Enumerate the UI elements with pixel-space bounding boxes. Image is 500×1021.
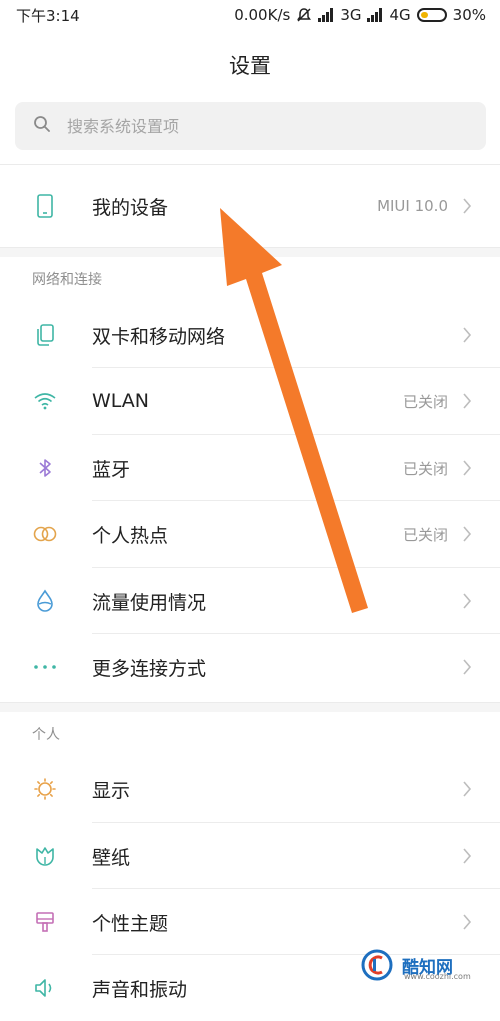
network-3g-label: 3G [340,6,362,24]
search-icon [33,115,51,137]
chevron-right-icon [462,779,476,799]
row-label: 个性主题 [92,912,169,935]
more-dots-icon [32,654,58,680]
section-gap [0,702,500,712]
row-my-device[interactable]: 我的设备 MIUI 10.0 [0,173,500,239]
signal-icon [318,8,334,22]
row-label: 蓝牙 [92,458,131,481]
row-data-usage[interactable]: 流量使用情况 [0,568,500,634]
row-value: 已关闭 [402,459,448,478]
theme-icon [32,909,58,935]
row-wlan[interactable]: WLAN 已关闭 [0,368,500,434]
bluetooth-icon [32,455,58,481]
chevron-right-icon [462,524,476,544]
search-input[interactable] [65,115,449,137]
sound-icon [32,975,58,1001]
row-label: 流量使用情况 [92,591,207,614]
wifi-icon [32,388,58,414]
divider [0,164,500,165]
watermark-logo-icon [361,949,393,981]
phone-icon [32,193,58,219]
battery-fill [420,12,428,18]
row-wallpaper[interactable]: 壁纸 [0,823,500,889]
status-time: 下午3:14 [16,6,80,25]
section-gap [0,247,500,257]
watermark-url: www.coozhi.com [404,972,471,981]
row-dual-sim[interactable]: 双卡和移动网络 [0,302,500,368]
row-label: 个人热点 [92,524,169,547]
chevron-right-icon [462,912,476,932]
page-title: 设置 [229,54,271,78]
row-label: 更多连接方式 [92,657,207,680]
net-speed: 0.00K/s [234,6,291,24]
chevron-right-icon [462,325,476,345]
hotspot-icon [32,521,58,547]
search-bar[interactable] [15,102,486,150]
row-label: 壁纸 [92,846,131,869]
row-label: 显示 [92,779,131,802]
chevron-right-icon [462,458,476,478]
row-display[interactable]: 显示 [0,756,500,822]
chevron-right-icon [462,591,476,611]
row-label: 我的设备 [92,196,169,219]
chevron-right-icon [462,657,476,677]
sun-icon [32,776,58,802]
row-value: 已关闭 [402,525,448,544]
row-value: MIUI 10.0 [377,197,448,215]
row-value: 已关闭 [402,392,448,411]
row-label: 双卡和移动网络 [92,325,226,348]
dual-sim-icon [32,322,58,348]
wallpaper-icon [32,843,58,869]
data-usage-icon [32,588,58,614]
divider [0,247,500,248]
watermark: 酷知网 www.coozhi.com [360,942,471,988]
status-icons: 0.00K/s 3G 4G 30% [234,6,486,24]
chevron-right-icon [462,846,476,866]
mute-bell-icon [296,7,312,23]
row-label: WLAN [92,390,150,412]
battery-percent: 30% [452,6,486,24]
chevron-right-icon [462,196,476,216]
chevron-right-icon [462,391,476,411]
network-4g-label: 4G [389,6,411,24]
section-header-personal: 个人 [32,727,60,743]
row-bluetooth[interactable]: 蓝牙 已关闭 [0,435,500,501]
divider [0,702,500,703]
section-header-network: 网络和连接 [32,272,102,288]
status-bar: 下午3:14 0.00K/s 3G 4G 30% [0,0,500,30]
battery-icon [416,8,447,22]
row-label: 声音和振动 [92,978,188,1001]
hd-signal-icon [367,8,383,22]
row-more-connections[interactable]: 更多连接方式 [0,634,500,700]
row-hotspot[interactable]: 个人热点 已关闭 [0,501,500,567]
